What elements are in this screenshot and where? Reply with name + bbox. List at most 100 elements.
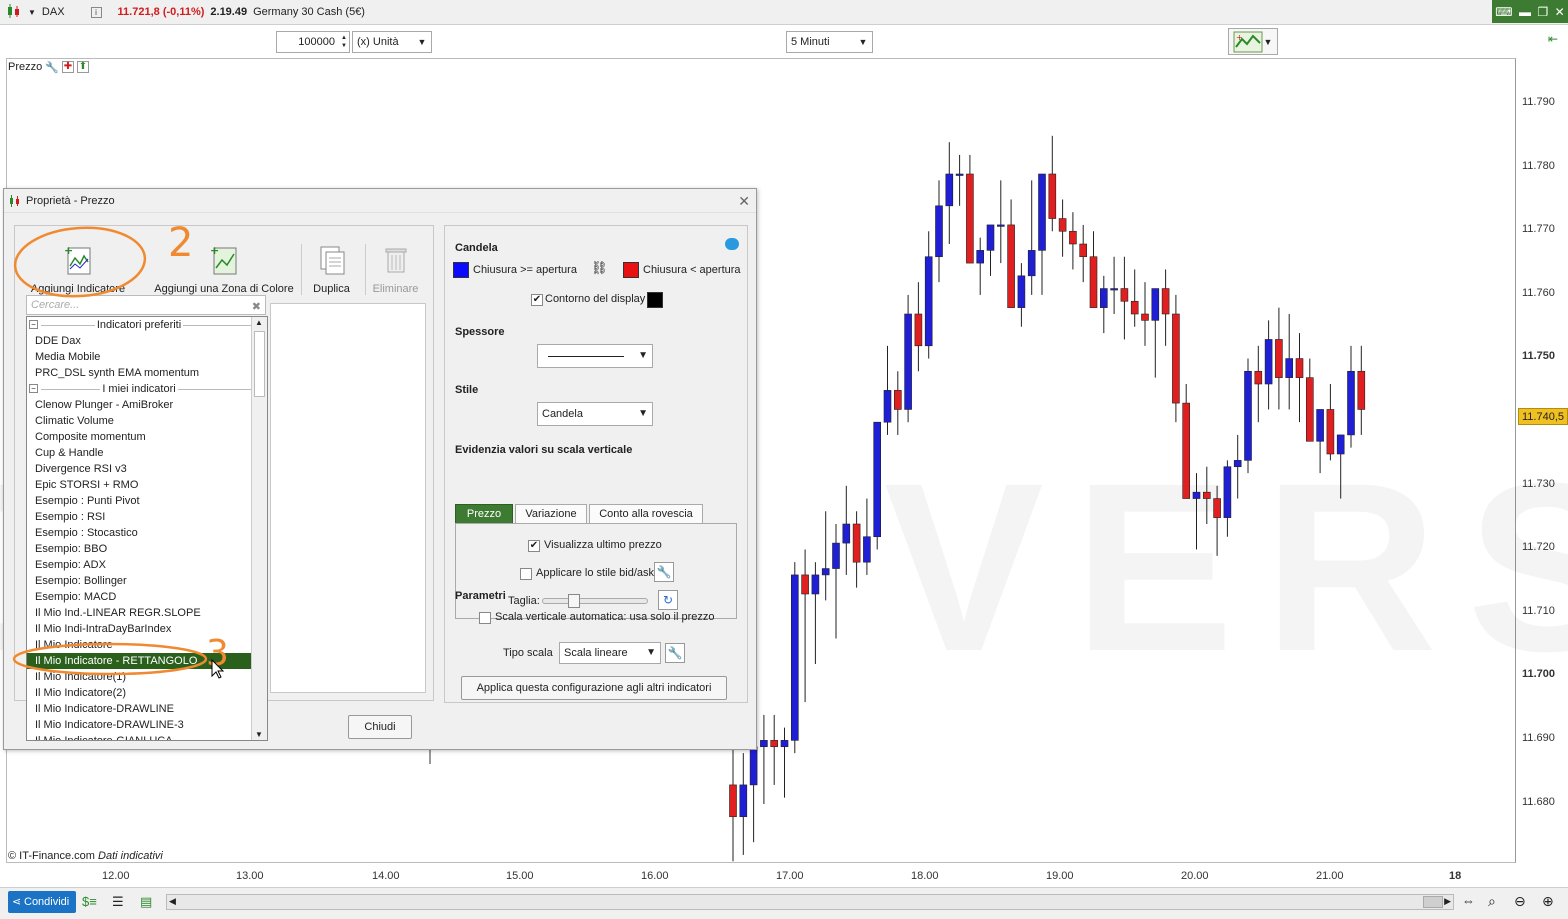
list-item[interactable]: Il Mio Ind.-LINEAR REGR.SLOPE — [35, 605, 201, 621]
list-item[interactable]: Il Mio Indicatore(2) — [35, 685, 126, 701]
list-item[interactable]: Il Mio Indicatore-DRAWLINE — [35, 701, 174, 717]
chevron-down-icon[interactable]: ▼ — [255, 730, 263, 739]
link-icon[interactable]: ⛓ — [591, 260, 608, 276]
apply-to-all-button[interactable]: Applica questa configurazione agli altri… — [461, 676, 727, 700]
close-icon[interactable]: ✕ — [738, 193, 750, 210]
list-item[interactable]: Il Mio Indi-IntraDayBarIndex — [35, 621, 171, 637]
close-down-color-swatch[interactable] — [623, 262, 639, 278]
style-select[interactable]: Candela ▼ — [537, 402, 653, 426]
list-item[interactable]: Esempio: MACD — [35, 589, 116, 605]
chevron-left-icon[interactable]: ◀ — [169, 896, 176, 907]
list-scrollbar[interactable]: ▲ ▼ — [251, 317, 267, 740]
chevron-right-icon[interactable]: ▶ — [1444, 896, 1451, 907]
list-item[interactable]: Esempio: Bollinger — [35, 573, 127, 589]
y-tick-label: 11.750 — [1522, 350, 1556, 363]
side-panel-toggle-icon[interactable]: ⇤ — [1548, 32, 1568, 54]
instrument-name[interactable]: DAX — [42, 6, 65, 18]
share-button[interactable]: ⋖ Condividi — [8, 891, 76, 913]
list-item[interactable]: Il Mio Indicatore-DRAWLINE-3 — [35, 717, 184, 733]
autoscale-checkbox[interactable] — [479, 612, 491, 624]
outline-color-swatch[interactable] — [647, 292, 663, 308]
tab-price[interactable]: Prezzo — [455, 504, 513, 524]
zoom-out-icon[interactable]: ⊖ — [1514, 893, 1526, 910]
list-item[interactable]: Esempio : Stocastico — [35, 525, 138, 541]
zoom-area-icon[interactable]: ⌕ — [1488, 893, 1496, 910]
order-book-icon[interactable]: ▤ — [140, 894, 152, 910]
list-item[interactable]: Divergence RSI v3 — [35, 461, 127, 477]
list-item[interactable]: Composite momentum — [35, 429, 146, 445]
restore-icon[interactable]: ❐ — [1537, 5, 1548, 19]
size-slider[interactable] — [542, 598, 648, 604]
info-icon[interactable]: i — [90, 6, 102, 18]
close-down-label: Chiusura < apertura — [643, 264, 741, 276]
highlight-section-title: Evidenzia valori su scala verticale — [455, 444, 633, 456]
keyboard-icon[interactable]: ⌨ — [1495, 5, 1512, 19]
size-slider-thumb[interactable] — [568, 594, 580, 608]
price-scale-icon[interactable]: $≡ — [82, 894, 97, 909]
list-item[interactable]: Climatic Volume — [35, 413, 114, 429]
chart-scrollbar[interactable]: ◀ ▶ — [166, 894, 1454, 910]
close-button[interactable]: Chiudi — [348, 715, 412, 739]
candlestick-icon[interactable] — [6, 3, 22, 21]
add-indicator-button[interactable]: + Aggiungi Indicatore — [23, 244, 133, 295]
clear-search-icon[interactable]: ✖ — [252, 298, 261, 316]
indicator-menu-button[interactable]: + ▼ — [1228, 28, 1278, 55]
delete-button[interactable]: Eliminare — [365, 244, 425, 295]
list-item[interactable]: Il Mio Indicatore-GIANLUCA — [35, 733, 173, 740]
chevron-up-icon[interactable]: ▲ — [255, 318, 263, 327]
candle-body — [1336, 434, 1345, 455]
indicator-list[interactable]: − Indicatori preferiti DDE Dax Media Mobile… — [26, 316, 268, 741]
candle-body — [770, 740, 779, 748]
zoom-in-icon[interactable]: ⊕ — [1542, 893, 1554, 910]
list-item[interactable]: Cup & Handle — [35, 445, 104, 461]
unit-select[interactable]: (x) Unità ▼ — [352, 31, 432, 53]
add-color-zone-button[interactable]: + Aggiungi una Zona di Colore — [149, 244, 299, 295]
indicator-search-input[interactable]: Cercare... ✖ — [26, 295, 266, 315]
list-group-header[interactable]: − Indicatori preferiti — [27, 317, 251, 333]
duplicate-button[interactable]: Duplica — [301, 244, 361, 295]
list-item[interactable]: PRC_DSL synth EMA momentum — [35, 365, 199, 381]
dialog-titlebar[interactable]: Proprietà - Prezzo — [4, 189, 756, 213]
timeframe-select[interactable]: 5 Minuti ▼ — [786, 31, 873, 53]
list-item[interactable]: Epic STORSI + RMO — [35, 477, 138, 493]
wrench-icon[interactable]: 🔧 — [665, 643, 685, 663]
list-group-header[interactable]: − I miei indicatori — [27, 381, 251, 397]
quantity-stepper[interactable]: 100000 ▲ ▼ — [276, 31, 350, 53]
list-icon[interactable]: ☰ — [112, 894, 124, 910]
list-item[interactable]: Il Mio Indicatore(1) — [35, 669, 126, 685]
reset-icon[interactable]: ↻ — [658, 590, 678, 610]
list-item[interactable]: Esempio: ADX — [35, 557, 106, 573]
close-icon[interactable]: ✕ — [1555, 5, 1565, 19]
zoom-fit-icon[interactable]: ⇔ — [1462, 893, 1475, 908]
scale-type-select[interactable]: Scala lineare ▼ — [559, 642, 661, 664]
close-up-color-swatch[interactable] — [453, 262, 469, 278]
panel-title[interactable]: Prezzo — [8, 61, 42, 73]
stepper-arrows-icon[interactable]: ▲ ▼ — [341, 34, 347, 50]
tab-change[interactable]: Variazione — [515, 504, 587, 524]
list-scroll-thumb[interactable] — [254, 331, 265, 397]
tab-countdown[interactable]: Conto alla rovescia — [589, 504, 703, 524]
list-item[interactable]: Media Mobile — [35, 349, 100, 365]
minimize-icon[interactable]: ▬ — [1519, 5, 1531, 19]
list-item-selected[interactable]: Il Mio Indicatore - RETTANGOLO — [27, 653, 251, 669]
list-item[interactable]: Il Mio Indicatore — [35, 637, 113, 653]
list-item[interactable]: Clenow Plunger - AmiBroker — [35, 397, 173, 413]
list-item[interactable]: Esempio : Punti Pivot — [35, 493, 140, 509]
remove-panel-icon[interactable]: ✚ — [61, 61, 74, 73]
list-item[interactable]: Esempio: BBO — [35, 541, 107, 557]
scale-type-label: Tipo scala — [503, 647, 553, 659]
candle-body — [1223, 466, 1232, 518]
wrench-icon[interactable]: 🔧 — [654, 562, 674, 582]
show-last-price-checkbox[interactable]: ✔ — [528, 540, 540, 552]
help-bubble-icon[interactable] — [725, 238, 739, 250]
chevron-down-icon[interactable]: ▼ — [28, 8, 36, 17]
list-item[interactable]: Esempio : RSI — [35, 509, 105, 525]
bidask-checkbox[interactable] — [520, 568, 532, 580]
candle-body — [873, 421, 882, 538]
thickness-select[interactable]: ▼ — [537, 344, 653, 368]
outline-checkbox[interactable]: ✔ — [531, 294, 543, 306]
list-item[interactable]: DDE Dax — [35, 333, 81, 349]
scroll-thumb[interactable] — [1423, 896, 1443, 908]
wrench-icon[interactable]: 🔧 — [45, 61, 59, 74]
add-panel-icon[interactable]: ⬆ — [76, 61, 89, 73]
